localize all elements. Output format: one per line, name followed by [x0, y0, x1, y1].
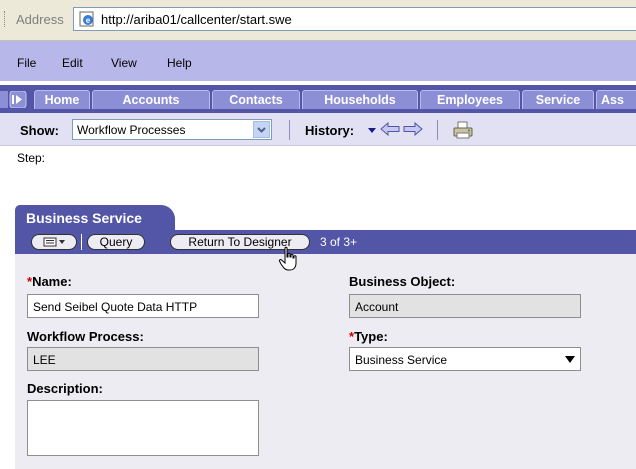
separator: [437, 120, 438, 140]
business-object-field: Account: [349, 294, 581, 318]
history-dropdown-icon[interactable]: [367, 125, 377, 135]
toolbar-grip[interactable]: [4, 11, 7, 27]
name-value: Send Seibel Quote Data HTTP: [33, 300, 198, 314]
description-label: Description:: [27, 381, 103, 396]
business-service-form: *Name: Send Seibel Quote Data HTTP Busin…: [15, 254, 636, 469]
name-label: *Name:: [27, 274, 72, 289]
applet-title-tab: Business Service: [15, 205, 175, 231]
menu-edit[interactable]: Edit: [62, 56, 83, 70]
dropdown-arrow-icon[interactable]: [564, 355, 576, 364]
type-value: Business Service: [355, 353, 448, 367]
back-arrow-icon[interactable]: [380, 122, 400, 136]
separator: [289, 120, 290, 140]
name-label-text: Name:: [32, 274, 72, 289]
tab-households[interactable]: Households: [302, 90, 418, 109]
show-select[interactable]: Workflow Processes: [72, 119, 272, 140]
address-label: Address: [16, 12, 64, 27]
tab-accounts[interactable]: Accounts: [92, 90, 210, 109]
menu-help[interactable]: Help: [167, 56, 192, 70]
show-select-value: Workflow Processes: [77, 123, 186, 137]
applet-menu-button[interactable]: [31, 234, 77, 250]
tab-assets[interactable]: Ass: [596, 90, 636, 109]
svg-text:e: e: [86, 16, 91, 25]
printer-icon[interactable]: [452, 121, 474, 139]
tab-service[interactable]: Service: [522, 90, 594, 109]
forward-arrow-icon[interactable]: [403, 122, 423, 136]
screen-tab-bar: Home Accounts Contacts Households Employ…: [0, 85, 636, 113]
step-label: Step:: [17, 151, 46, 165]
chevron-down-icon[interactable]: [253, 121, 270, 138]
tab-employees[interactable]: Employees: [420, 90, 520, 109]
separator: [81, 234, 82, 250]
hand-cursor-icon: [278, 246, 297, 271]
query-button[interactable]: Query: [87, 234, 145, 250]
address-bar: Address e http://ariba01/callcenter/star…: [0, 0, 636, 41]
menu-view[interactable]: View: [111, 56, 137, 70]
workflow-process-label: Workflow Process:: [27, 329, 144, 344]
workflow-process-field: LEE: [27, 347, 259, 371]
menu-file[interactable]: File: [17, 56, 36, 70]
url-field[interactable]: e http://ariba01/callcenter/start.swe: [73, 7, 636, 31]
tab-scroll-icon[interactable]: [0, 91, 28, 108]
show-label: Show:: [20, 123, 59, 138]
business-object-label: Business Object:: [349, 274, 456, 289]
applet-title: Business Service: [26, 210, 142, 226]
history-label: History:: [305, 123, 355, 138]
business-object-value: Account: [355, 300, 399, 314]
description-field[interactable]: [27, 400, 259, 456]
workflow-process-value: LEE: [33, 353, 56, 367]
type-select[interactable]: Business Service: [349, 347, 581, 371]
menu-bar: File Edit View Help: [0, 41, 636, 81]
applet-button-bar: Query Return To Designer 3 of 3+: [15, 230, 636, 254]
show-bar: Show: Workflow Processes History:: [0, 113, 636, 146]
tab-home[interactable]: Home: [34, 90, 90, 109]
ie-page-icon: e: [79, 11, 94, 27]
type-label-text: Type:: [354, 329, 388, 344]
type-label: *Type:: [349, 329, 388, 344]
url-text: http://ariba01/callcenter/start.swe: [101, 12, 292, 27]
tab-contacts[interactable]: Contacts: [212, 90, 300, 109]
menu-icon: [43, 237, 65, 247]
name-field[interactable]: Send Seibel Quote Data HTTP: [27, 294, 259, 318]
record-count: 3 of 3+: [320, 235, 358, 249]
